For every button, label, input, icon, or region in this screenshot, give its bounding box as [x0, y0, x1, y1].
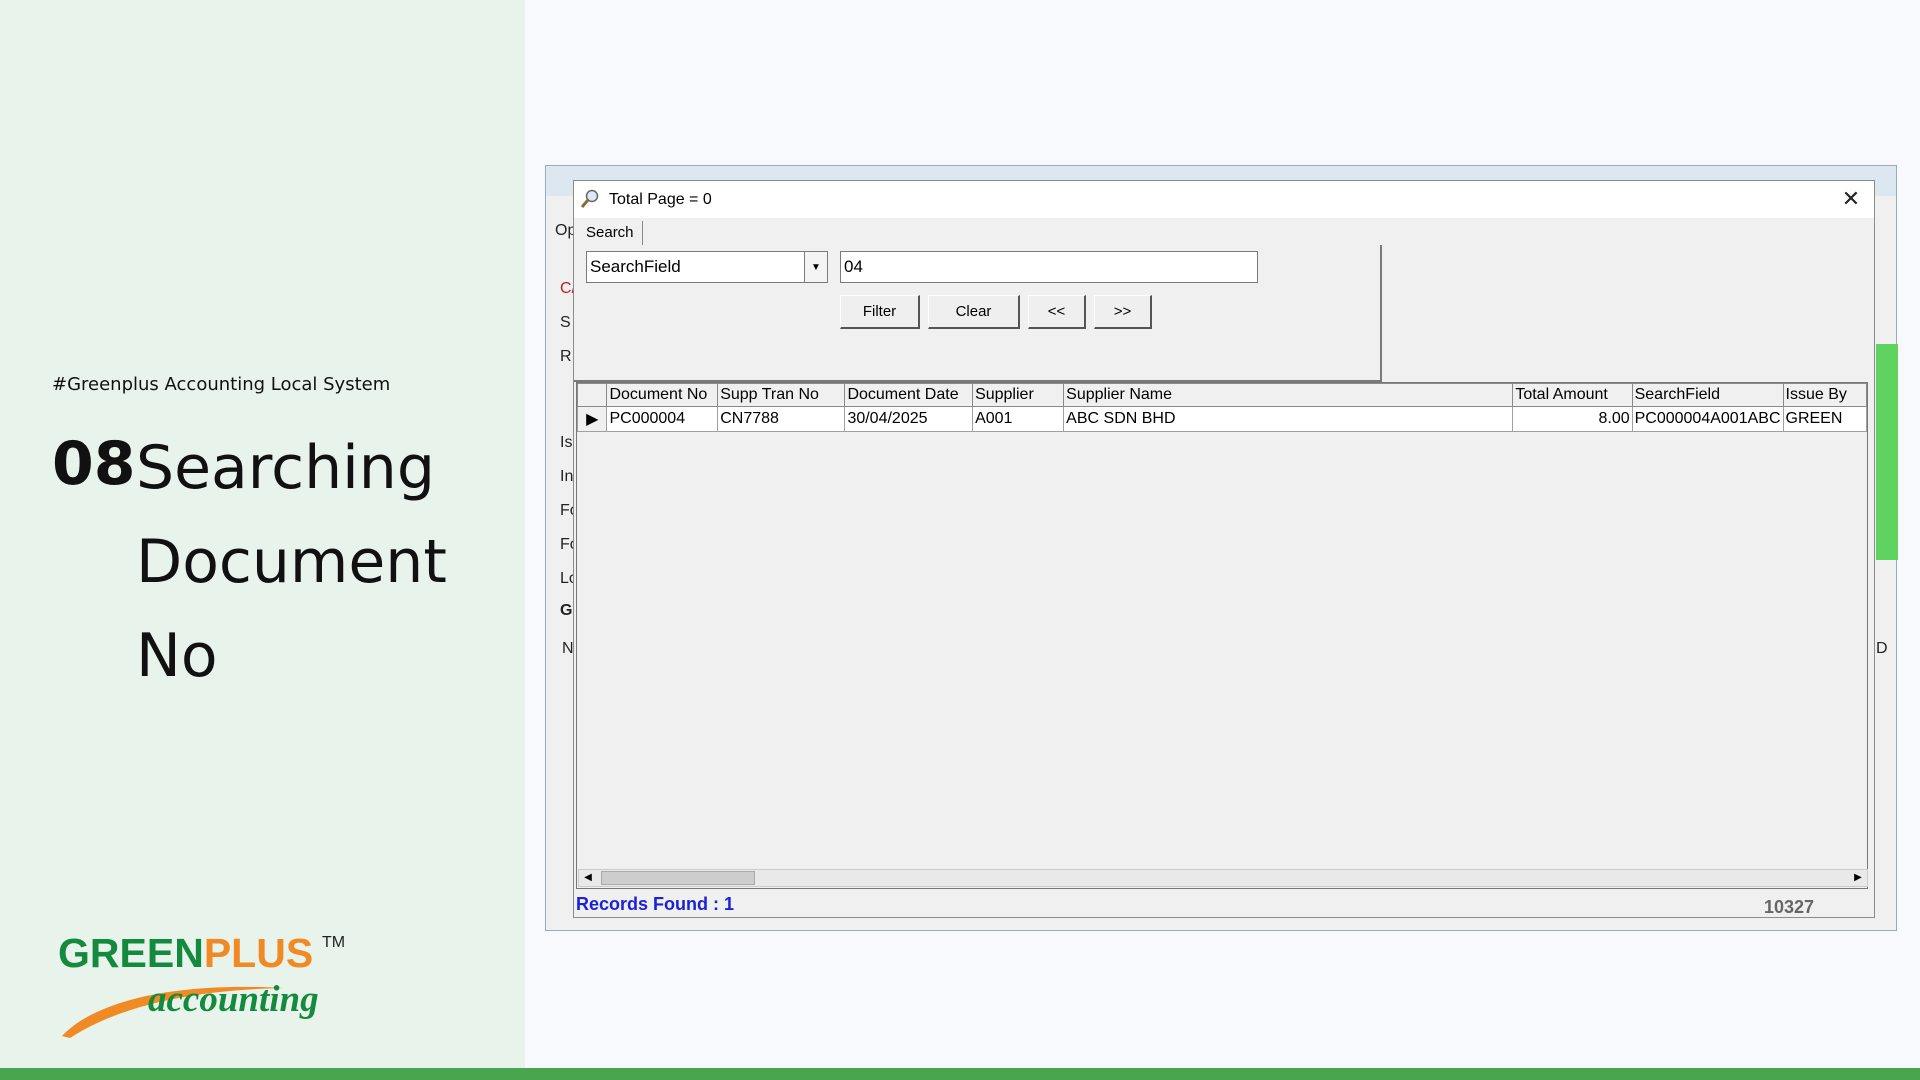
column-header[interactable]: Supplier: [972, 383, 1065, 407]
cell-document-date[interactable]: 30/04/2025: [844, 406, 974, 432]
row-indicator-header: [577, 383, 608, 407]
table-row[interactable]: ▶ PC000004 CN7788 30/04/2025 A001 ABC SD…: [577, 406, 1867, 432]
search-dialog: Total Page = 0 ✕ Search SearchField ▼ Fi…: [573, 180, 1875, 918]
magnifier-icon: [580, 189, 600, 214]
slide-panel: #Greenplus Accounting Local System 08 Se…: [0, 0, 525, 1068]
chevron-down-icon[interactable]: ▼: [804, 252, 827, 282]
logo-subtext: accounting: [148, 979, 319, 1020]
close-icon[interactable]: ✕: [1836, 185, 1866, 213]
clear-button[interactable]: Clear: [928, 295, 1020, 329]
bg-text-is: Is: [560, 434, 573, 451]
records-found-label: Records Found : 1: [576, 894, 735, 914]
tab-search[interactable]: Search: [578, 221, 643, 245]
scroll-left-icon[interactable]: ◀: [579, 870, 597, 886]
cell-document-no[interactable]: PC000004: [606, 406, 719, 432]
row-pointer-icon[interactable]: ▶: [577, 406, 608, 432]
column-header[interactable]: Document Date: [844, 383, 974, 407]
search-input[interactable]: [840, 251, 1258, 283]
bottom-accent-bar: [0, 1068, 1920, 1080]
horizontal-scrollbar[interactable]: ◀ ▶: [578, 869, 1868, 887]
dialog-titlebar: Total Page = 0 ✕: [574, 181, 1874, 218]
slide-title-line-3: No: [136, 621, 218, 691]
slide-number: 08: [52, 429, 136, 499]
scroll-right-icon[interactable]: ▶: [1849, 870, 1867, 886]
logo-orange-text: PLUS: [203, 930, 314, 976]
column-header[interactable]: Total Amount: [1512, 383, 1633, 407]
prev-page-button[interactable]: <<: [1028, 295, 1086, 329]
slide-title-line-1: Searching: [136, 433, 435, 503]
filter-button[interactable]: Filter: [840, 295, 920, 329]
scrollbar-thumb[interactable]: [601, 871, 755, 885]
bg-text-d: D: [1876, 640, 1888, 657]
form-code: 10327: [1764, 897, 1815, 917]
dialog-title: Total Page = 0: [609, 191, 712, 208]
search-field-select[interactable]: SearchField ▼: [586, 251, 828, 283]
bg-text-r: R: [560, 348, 572, 365]
logo-green-text: GREEN: [58, 930, 204, 976]
cell-issue-by[interactable]: GREEN: [1782, 406, 1867, 432]
bg-text-g: G: [560, 602, 573, 619]
next-page-button[interactable]: >>: [1094, 295, 1152, 329]
column-header[interactable]: Document No: [606, 383, 719, 407]
bg-text-n: N: [562, 640, 574, 657]
trademark-mark: TM: [322, 934, 346, 951]
bg-green-panel: [1876, 344, 1898, 560]
bg-text-s: S: [560, 314, 571, 331]
search-field-value: SearchField: [590, 257, 681, 276]
column-header[interactable]: Supplier Name: [1063, 383, 1514, 407]
table-header-row: Document No Supp Tran No Document Date S…: [577, 383, 1867, 407]
greenplus-logo: GREENPLUS TM accounting: [56, 930, 356, 1038]
slide-title-line-2: Document: [136, 527, 447, 597]
cell-search-field[interactable]: PC000004A001ABC: [1631, 406, 1784, 432]
cell-total-amount[interactable]: 8.00: [1512, 406, 1633, 432]
column-header[interactable]: SearchField: [1631, 383, 1784, 407]
results-grid[interactable]: Document No Supp Tran No Document Date S…: [576, 382, 1868, 889]
bg-text-in: In: [560, 468, 574, 485]
cell-supplier[interactable]: A001: [972, 406, 1065, 432]
cell-supplier-name[interactable]: ABC SDN BHD: [1063, 406, 1514, 432]
column-header[interactable]: Supp Tran No: [717, 383, 846, 407]
column-header[interactable]: Issue By: [1782, 383, 1867, 407]
results-table: Document No Supp Tran No Document Date S…: [577, 383, 1867, 432]
slide-subtitle: #Greenplus Accounting Local System: [52, 374, 391, 395]
cell-supp-tran-no[interactable]: CN7788: [717, 406, 846, 432]
